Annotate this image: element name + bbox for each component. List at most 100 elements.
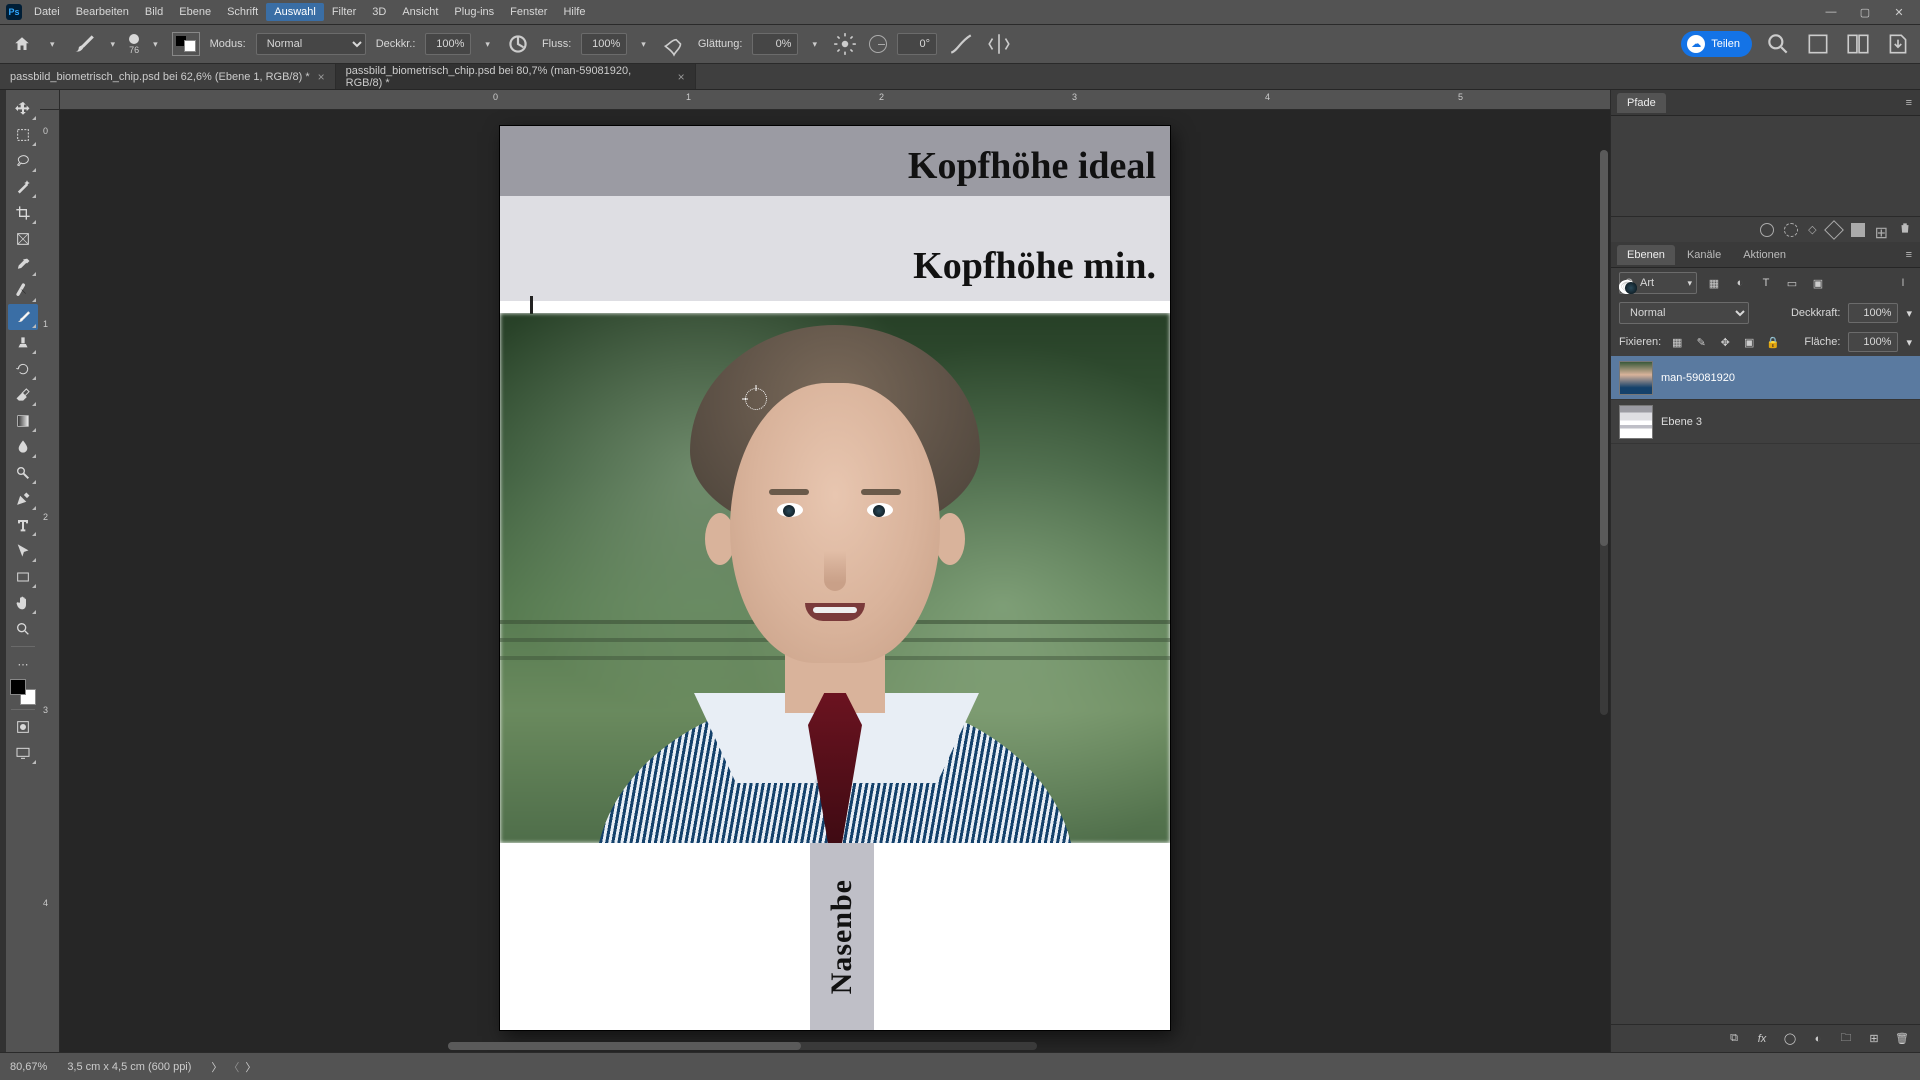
- lock-image-icon[interactable]: ✎: [1693, 334, 1709, 350]
- filter-toggle-switch[interactable]: ⏽: [1894, 274, 1912, 292]
- brush-tool-icon[interactable]: [69, 30, 97, 58]
- menu-plug-ins[interactable]: Plug-ins: [446, 3, 502, 21]
- layer-row[interactable]: 👁Ebene 3: [1611, 400, 1920, 444]
- layer-fx-icon[interactable]: fx: [1754, 1031, 1770, 1047]
- lasso-tool[interactable]: [8, 148, 38, 174]
- zoom-level[interactable]: 80,67%: [10, 1061, 47, 1073]
- dodge-tool[interactable]: [8, 460, 38, 486]
- eraser-tool[interactable]: [8, 382, 38, 408]
- paths-panel-menu-icon[interactable]: ≡: [1898, 97, 1920, 109]
- link-layers-icon[interactable]: ⧉: [1726, 1031, 1742, 1047]
- stroke-path-icon[interactable]: [1784, 223, 1798, 237]
- tab-layers[interactable]: Ebenen: [1617, 245, 1675, 265]
- gradient-tool[interactable]: [8, 408, 38, 434]
- document-canvas[interactable]: Kopfhöhe ideal Kopfhöhe min.: [500, 126, 1170, 1030]
- make-workpath-icon[interactable]: [1824, 220, 1844, 240]
- layers-panel-menu-icon[interactable]: ≡: [1898, 249, 1920, 261]
- layer-name[interactable]: Ebene 3: [1661, 416, 1702, 428]
- brush-preview[interactable]: 76: [129, 34, 139, 55]
- brush-tool[interactable]: [8, 304, 38, 330]
- flow-chevron[interactable]: ▾: [637, 39, 650, 50]
- layer-name[interactable]: man-59081920: [1661, 372, 1735, 384]
- menu-fenster[interactable]: Fenster: [502, 3, 555, 21]
- tab-channels[interactable]: Kanäle: [1677, 245, 1731, 265]
- healing-brush-tool[interactable]: [8, 278, 38, 304]
- menu-3d[interactable]: 3D: [364, 3, 394, 21]
- layer-opacity-input[interactable]: 100%: [1848, 303, 1898, 323]
- hand-tool[interactable]: [8, 590, 38, 616]
- frame-tool[interactable]: [8, 226, 38, 252]
- window-maximize-button[interactable]: ▢: [1850, 2, 1880, 22]
- document-tab[interactable]: passbild_biometrisch_chip.psd bei 80,7% …: [336, 64, 696, 89]
- add-mask-icon[interactable]: ◯: [1782, 1031, 1798, 1047]
- filter-adjust-icon[interactable]: ◐: [1731, 274, 1749, 292]
- tab-actions[interactable]: Aktionen: [1733, 245, 1796, 265]
- tab-paths[interactable]: Pfade: [1617, 93, 1666, 113]
- pen-tool[interactable]: [8, 486, 38, 512]
- filter-pixel-icon[interactable]: ▦: [1705, 274, 1723, 292]
- clone-stamp-tool[interactable]: [8, 330, 38, 356]
- layer-thumbnail[interactable]: [1619, 361, 1653, 395]
- screen-mode-toggle[interactable]: [8, 740, 38, 766]
- window-close-button[interactable]: ✕: [1884, 2, 1914, 22]
- delete-path-icon[interactable]: [1898, 221, 1912, 238]
- lock-position-icon[interactable]: ✥: [1717, 334, 1733, 350]
- opacity-input[interactable]: 100%: [425, 33, 471, 55]
- ruler-origin[interactable]: [40, 90, 60, 110]
- menu-bild[interactable]: Bild: [137, 3, 171, 21]
- size-pressure-toggle[interactable]: [947, 30, 975, 58]
- tab-close-icon[interactable]: ×: [318, 70, 325, 84]
- lock-all-icon[interactable]: 🔒: [1765, 334, 1781, 350]
- horizontal-scrollbar[interactable]: [448, 1042, 1037, 1050]
- viewport[interactable]: Kopfhöhe ideal Kopfhöhe min.: [60, 110, 1610, 1052]
- layer-opacity-chevron[interactable]: ▾: [1906, 307, 1912, 320]
- menu-auswahl[interactable]: Auswahl: [266, 3, 324, 21]
- filter-type-icon[interactable]: T: [1757, 274, 1775, 292]
- tab-close-icon[interactable]: ×: [678, 70, 685, 84]
- menu-ebene[interactable]: Ebene: [171, 3, 219, 21]
- magic-wand-tool[interactable]: [8, 174, 38, 200]
- window-minimize-button[interactable]: —: [1816, 2, 1846, 22]
- layer-blend-mode-select[interactable]: Normal: [1619, 302, 1749, 324]
- tool-preset-chevron[interactable]: ▾: [107, 39, 120, 50]
- airbrush-toggle[interactable]: [660, 30, 688, 58]
- quick-mask-toggle[interactable]: [8, 714, 38, 740]
- flow-input[interactable]: 100%: [581, 33, 627, 55]
- history-brush-tool[interactable]: [8, 356, 38, 382]
- mask-from-path-icon[interactable]: [1851, 223, 1865, 237]
- blend-mode-select[interactable]: Normal: [256, 33, 366, 55]
- document-tab[interactable]: passbild_biometrisch_chip.psd bei 62,6% …: [0, 64, 336, 89]
- angle-icon[interactable]: [869, 35, 887, 53]
- horizontal-ruler[interactable]: 012345678: [60, 90, 1610, 110]
- smoothing-options-icon[interactable]: [831, 30, 859, 58]
- crop-tool[interactable]: [8, 200, 38, 226]
- zoom-tool[interactable]: [8, 616, 38, 642]
- status-nav[interactable]: 〉〈〉: [211, 1059, 256, 1075]
- rectangle-tool[interactable]: [8, 564, 38, 590]
- menu-hilfe[interactable]: Hilfe: [555, 3, 593, 21]
- foreground-background-colors[interactable]: [10, 679, 36, 705]
- delete-layer-icon[interactable]: 🗑: [1894, 1031, 1910, 1047]
- document-info[interactable]: 3,5 cm x 4,5 cm (600 ppi): [67, 1061, 191, 1073]
- type-tool[interactable]: [8, 512, 38, 538]
- layer-fill-chevron[interactable]: ▾: [1906, 336, 1912, 349]
- new-path-icon[interactable]: ⊞: [1875, 223, 1888, 237]
- search-icon[interactable]: [1764, 30, 1792, 58]
- opacity-pressure-toggle[interactable]: [504, 30, 532, 58]
- share-button[interactable]: ☁ Teilen: [1681, 31, 1752, 57]
- brush-picker-chevron[interactable]: ▾: [149, 39, 162, 50]
- menu-datei[interactable]: Datei: [26, 3, 68, 21]
- blur-tool[interactable]: [8, 434, 38, 460]
- workspace-switcher-icon[interactable]: [1844, 30, 1872, 58]
- export-icon[interactable]: [1884, 30, 1912, 58]
- eyedropper-tool[interactable]: [8, 252, 38, 278]
- home-button[interactable]: [8, 30, 36, 58]
- fill-path-icon[interactable]: [1760, 223, 1774, 237]
- new-group-icon[interactable]: 🗀: [1838, 1031, 1854, 1047]
- layer-list[interactable]: 👁man-59081920👁Ebene 3: [1611, 356, 1920, 1024]
- filter-smart-icon[interactable]: ▣: [1809, 274, 1827, 292]
- menu-bearbeiten[interactable]: Bearbeiten: [68, 3, 137, 21]
- menu-filter[interactable]: Filter: [324, 3, 364, 21]
- move-tool[interactable]: [8, 96, 38, 122]
- layer-fill-input[interactable]: 100%: [1848, 332, 1898, 352]
